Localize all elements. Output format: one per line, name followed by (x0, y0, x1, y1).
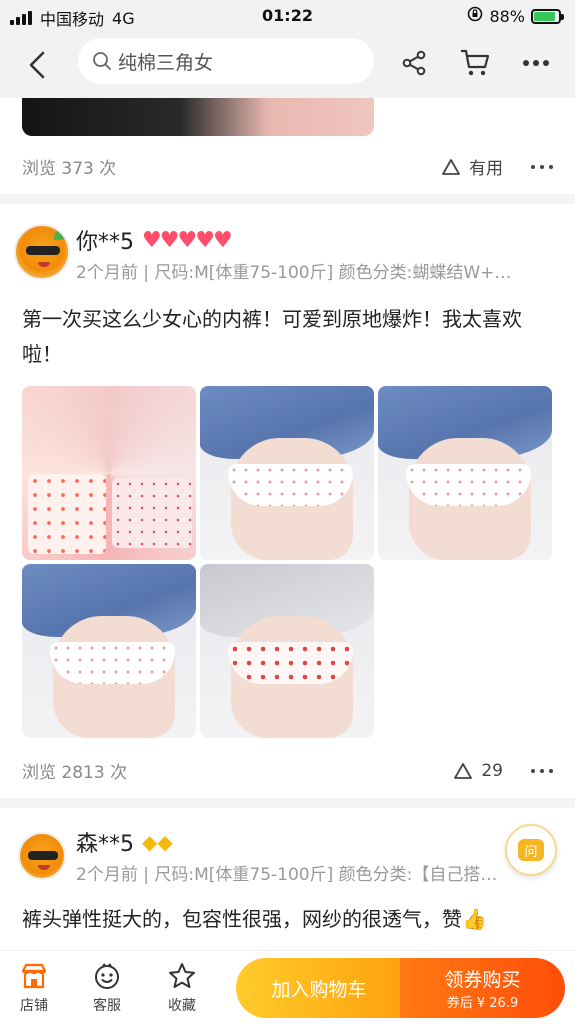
star-icon (169, 963, 195, 988)
orientation-lock-icon (467, 6, 483, 26)
review-photo-3[interactable] (378, 386, 552, 560)
avatar[interactable] (18, 832, 66, 880)
view-count: 浏览 2813 次 (22, 763, 128, 783)
reviewer-name: 森**5 (76, 832, 134, 857)
review-more-icon[interactable] (531, 162, 553, 172)
previous-review-image[interactable] (22, 98, 374, 136)
tab-favorite[interactable]: 收藏 (152, 961, 212, 1015)
price-after-coupon: 券后 ¥ 26.9 (446, 996, 519, 1011)
buy-button-label: 领券购买 (444, 969, 521, 991)
review-photo-4[interactable] (22, 564, 196, 738)
buy-with-coupon-button[interactable]: 领券购买 券后 ¥ 26.9 (400, 958, 565, 1018)
search-icon (93, 52, 111, 70)
review-photo-5[interactable] (200, 564, 374, 738)
status-bar: 中国移动 4G 01:22 88% (0, 0, 575, 32)
cart-icon (461, 49, 490, 76)
view-count: 浏览 373 次 (22, 159, 117, 179)
ask-question-button[interactable]: 问 (505, 824, 557, 876)
review-header: 你**5 ♥ ♥ ♥ ♥ ♥ 2个月前 | 尺码:M[体重75-100斤] 颜色分类:蝴… (14, 224, 553, 294)
top-nav: 纯棉三角女 (0, 32, 575, 98)
tab-store[interactable]: 店铺 (4, 961, 64, 1015)
review-meta: 2个月前 | 尺码:M[体重75-100斤] 颜色分类:【自己搭… (76, 865, 498, 885)
triangle-up-icon (454, 762, 473, 779)
heart-badge-icon: ♥ ♥ ♥ ♥ ♥ (142, 227, 233, 253)
bottom-action-bar: 店铺 客服 收藏 加入购物车 领券购买 券后 ¥ 26.9 (0, 950, 575, 1024)
customer-service-icon (95, 963, 119, 989)
more-dots-icon (523, 60, 549, 66)
share-button[interactable] (397, 46, 431, 80)
review-photo-2[interactable] (200, 386, 374, 560)
cart-button[interactable] (458, 46, 492, 80)
review-more-icon[interactable] (531, 766, 553, 776)
divider (0, 798, 575, 808)
more-button[interactable] (519, 46, 553, 80)
battery-percent: 88% (489, 6, 525, 26)
tab-favorite-label: 收藏 (168, 998, 196, 1014)
avatar[interactable] (14, 224, 70, 280)
back-button[interactable] (22, 48, 52, 82)
search-input[interactable]: 纯棉三角女 (78, 38, 374, 84)
review-header: 森**5 ◆◆ 2个月前 | 尺码:M[体重75-100斤] 颜色分类:【自己搭… (14, 826, 553, 896)
triangle-up-icon (442, 158, 460, 175)
like-button[interactable]: 29 (453, 761, 503, 781)
share-icon (402, 50, 426, 76)
chevron-left-icon (29, 51, 45, 79)
diamond-badge-icon: ◆◆ (142, 829, 173, 854)
review-list[interactable]: 浏览 373 次 有用 你**5 ♥ ♥ ♥ ♥ ♥ 2个月前 | 尺码:M[体重75-… (0, 98, 575, 950)
previous-review-stats: 浏览 373 次 有用 (22, 154, 553, 179)
tab-customer-service-label: 客服 (93, 998, 121, 1014)
search-placeholder: 纯棉三角女 (118, 51, 214, 74)
battery-icon (531, 8, 564, 24)
ask-icon: 问 (518, 839, 544, 861)
divider (0, 194, 575, 204)
tab-customer-service[interactable]: 客服 (77, 961, 137, 1015)
add-to-cart-button[interactable]: 加入购物车 (236, 958, 402, 1018)
review-stats: 浏览 2813 次 29 (22, 758, 553, 783)
useful-label: 有用 (469, 159, 503, 179)
store-icon (21, 963, 47, 989)
review-text: 裤头弹性挺大的，包容性很强，网纱的很透气，赞👍 (22, 907, 487, 931)
review-text: 第一次买这么少女心的内裤！可爱到原地爆炸！我太喜欢啦！ (22, 307, 522, 366)
tab-store-label: 店铺 (20, 998, 48, 1014)
useful-button[interactable]: 有用 (441, 154, 503, 179)
reviewer-name: 你**5 (76, 230, 134, 255)
review-photo-1[interactable] (22, 386, 196, 560)
like-count: 29 (481, 760, 503, 781)
review-meta: 2个月前 | 尺码:M[体重75-100斤] 颜色分类:蝴蝶结W+… (76, 263, 512, 283)
